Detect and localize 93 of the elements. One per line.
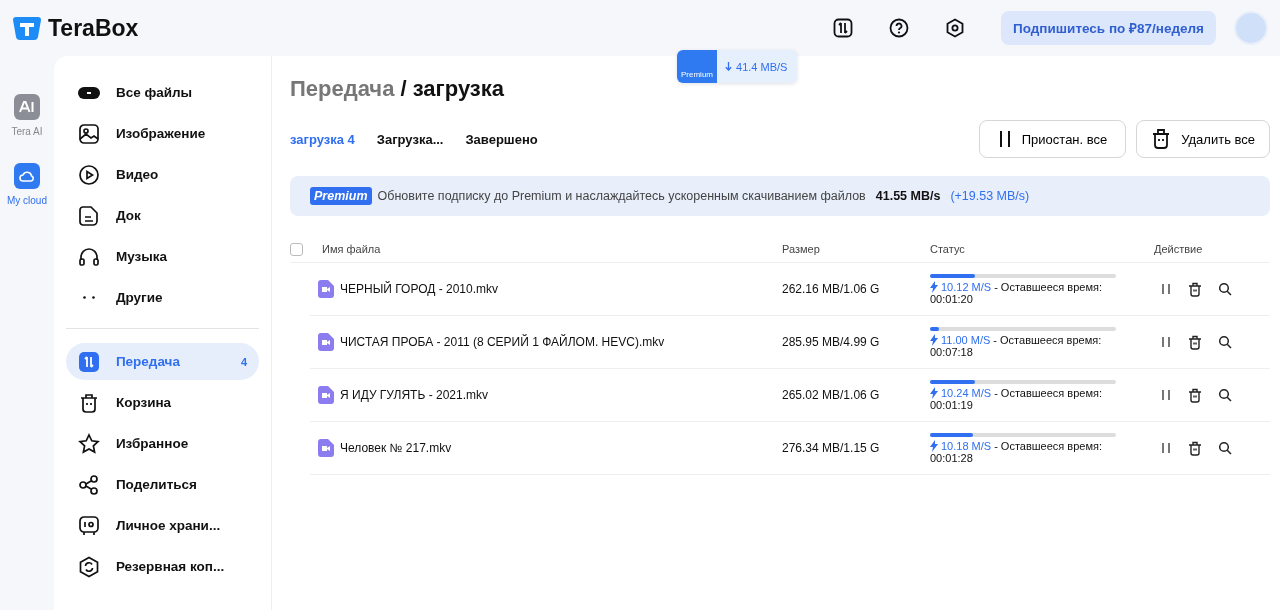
trash-icon[interactable]	[1188, 387, 1202, 403]
column-header: Имя файла	[322, 243, 382, 255]
cloud-icon	[18, 169, 35, 183]
sidebar-item[interactable]: Резервная коп...	[65, 548, 259, 585]
sidebar-item[interactable]: Личное храни...	[65, 507, 259, 544]
trash-icon[interactable]	[1188, 334, 1202, 350]
file-size: 262.16 MB/1.06 G	[782, 282, 881, 296]
remaining-time: 00:07:18	[930, 345, 974, 358]
video-file-icon	[318, 333, 334, 351]
download-speed: 10.24 M/S	[941, 386, 992, 399]
pause-icon[interactable]	[1160, 335, 1172, 349]
sidebar-item[interactable]: Все файлы	[65, 74, 259, 111]
sidebar-item[interactable]: Другие	[65, 279, 259, 316]
doc-icon	[77, 204, 100, 227]
music-icon	[77, 245, 100, 268]
remaining-time: 00:01:20	[930, 292, 974, 305]
star-icon	[77, 432, 100, 455]
trash-icon	[1151, 128, 1172, 150]
sidebar-item[interactable]: Музыка	[65, 238, 259, 275]
help-icon[interactable]	[889, 18, 910, 38]
pause-icon[interactable]	[1160, 441, 1172, 455]
pause-icon[interactable]	[1160, 282, 1172, 296]
file-name: ЧЕРНЫЙ ГОРОД - 2010.mkv	[340, 282, 499, 296]
search-icon[interactable]	[1218, 441, 1232, 455]
column-header: Размер	[782, 243, 821, 255]
pause-icon	[997, 130, 1012, 148]
download-speed: 41.4 MB/S	[735, 60, 789, 73]
lightning-icon	[930, 386, 938, 399]
image-icon	[77, 122, 100, 145]
logo-text: TeraBox	[48, 14, 139, 42]
premium-tag: Premium	[677, 50, 717, 83]
file-size: 276.34 MB/1.15 G	[782, 441, 881, 455]
rail-item[interactable]: My cloud	[6, 163, 47, 206]
safe-icon	[77, 514, 100, 537]
column-header: Действие	[1154, 243, 1204, 255]
search-icon[interactable]	[1218, 335, 1232, 349]
sidebar-item[interactable]: Изображение	[65, 115, 259, 152]
remaining-label: - Оставшееся время:	[994, 280, 1103, 293]
premium-tag: Premium	[310, 187, 372, 205]
sidebar-item[interactable]: Видео	[65, 156, 259, 193]
lightning-icon	[930, 439, 938, 452]
download-speed: 10.18 M/S	[941, 439, 992, 452]
file-name: Человек № 217.mkv	[340, 441, 452, 455]
file-name: Я ИДУ ГУЛЯТЬ - 2021.mkv	[340, 388, 488, 402]
subscribe-button[interactable]: Подпишитесь по ₽87/неделя	[1001, 11, 1216, 45]
file-name: ЧИСТАЯ ПРОБА - 2011 (8 СЕРИЙ 1 ФАЙЛОМ. HEVC).mkv	[340, 335, 665, 349]
video-file-icon	[318, 439, 334, 457]
video-file-icon	[318, 280, 334, 298]
backup-icon	[77, 555, 100, 578]
share-icon	[77, 473, 100, 496]
pause-all-button[interactable]: Приостан. все	[978, 120, 1127, 158]
remaining-label: - Оставшееся время:	[994, 439, 1103, 452]
logo-icon	[12, 15, 42, 41]
remaining-time: 00:01:28	[930, 451, 974, 464]
sidebar-item[interactable]: Передача 4	[65, 343, 259, 380]
pause-icon[interactable]	[1160, 388, 1172, 402]
ai-icon	[18, 101, 35, 113]
tab[interactable]: Завершено	[465, 131, 538, 147]
lightning-icon	[930, 280, 938, 293]
count-label: 4	[240, 355, 247, 368]
tab[interactable]: Загрузка...	[376, 131, 444, 147]
search-icon[interactable]	[1218, 388, 1232, 402]
download-speed: 10.12 M/S	[941, 280, 992, 293]
lightning-icon	[930, 333, 938, 346]
tab[interactable]: загрузка 4	[290, 131, 355, 147]
search-icon[interactable]	[1218, 282, 1232, 296]
speed-boost: (+19.53 MB/s)	[950, 189, 1030, 203]
more-icon	[82, 296, 95, 299]
speed-value: 41.55 MB/s	[875, 189, 941, 203]
video-icon	[77, 163, 100, 186]
video-file-icon	[318, 386, 334, 404]
download-speed: 11.00 M/S	[941, 333, 991, 346]
remaining-label: - Оставшееся время:	[994, 386, 1103, 399]
remaining-time: 00:01:19	[930, 398, 974, 411]
select-all-checkbox[interactable]	[290, 242, 303, 256]
delete-all-button[interactable]: Удалить все	[1136, 120, 1270, 158]
trash-icon[interactable]	[1188, 440, 1202, 456]
sidebar-item[interactable]: Корзина	[65, 384, 259, 421]
banner-text: Обновите подписку до Premium и наслаждайтесь ускоренным скачиванием файлов	[377, 189, 866, 203]
sidebar-item[interactable]: Поделиться	[65, 466, 259, 503]
sidebar-item[interactable]: Док	[65, 197, 259, 234]
settings-icon[interactable]	[945, 18, 966, 38]
down-arrow-icon	[725, 62, 732, 71]
breadcrumb: Передача / загрузка	[290, 76, 505, 102]
column-header: Статус	[930, 243, 966, 255]
remaining-label: - Оставшееся время:	[993, 333, 1102, 346]
transfer-icon	[77, 350, 100, 373]
trash-icon[interactable]	[1188, 281, 1202, 297]
speed-badge[interactable]: Premium 41.4 MB/S	[677, 50, 798, 83]
file-size: 265.02 MB/1.06 G	[782, 388, 881, 402]
transfer-icon[interactable]	[833, 18, 854, 38]
sidebar-item[interactable]: Избранное	[65, 425, 259, 462]
file-size: 285.95 MB/4.99 G	[782, 335, 881, 349]
